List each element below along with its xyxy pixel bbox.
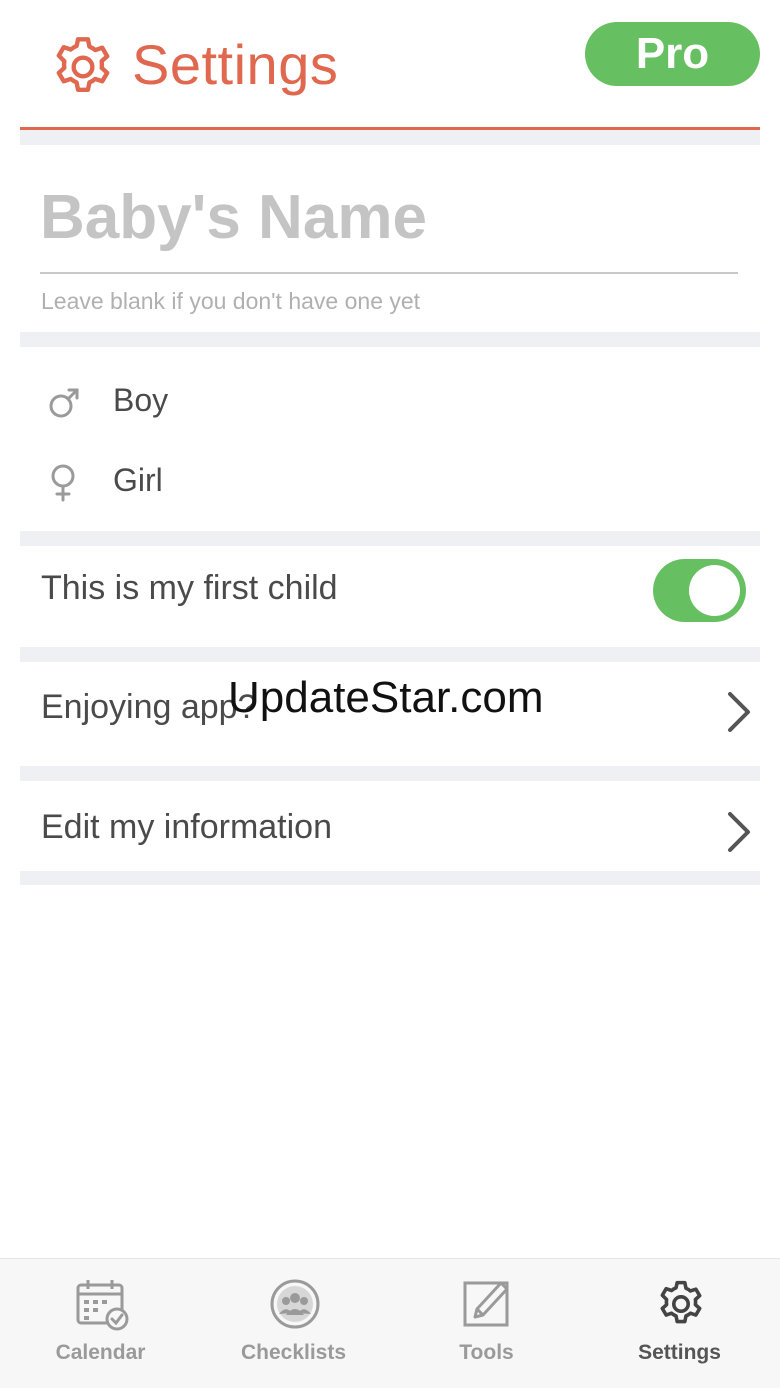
- tab-tools[interactable]: Tools: [389, 1259, 584, 1388]
- checklists-icon: [270, 1279, 320, 1329]
- pro-button[interactable]: Pro: [585, 22, 760, 86]
- watermark-text: UpdateStar.com: [228, 673, 544, 722]
- section-divider: [20, 647, 760, 662]
- gear-icon: [56, 37, 110, 92]
- tab-label-settings: Settings: [638, 1341, 721, 1364]
- section-divider: [20, 130, 760, 145]
- tab-label-calendar: Calendar: [55, 1341, 146, 1364]
- calendar-icon: [76, 1280, 129, 1331]
- section-divider: [20, 871, 760, 885]
- female-icon: [51, 464, 75, 502]
- header: Settings Pro: [0, 0, 780, 130]
- gender-option-boy[interactable]: Boy: [20, 364, 760, 438]
- male-icon: [49, 388, 79, 418]
- first-child-toggle[interactable]: [653, 559, 746, 622]
- page-title: Settings: [132, 33, 339, 96]
- gender-label-girl: Girl: [113, 462, 163, 498]
- tab-settings[interactable]: Settings: [582, 1259, 777, 1388]
- section-divider: [20, 332, 760, 347]
- tab-calendar[interactable]: Calendar: [3, 1259, 198, 1388]
- baby-name-input[interactable]: [40, 180, 738, 254]
- edit-info-label: Edit my information: [41, 808, 332, 846]
- gender-label-boy: Boy: [113, 382, 169, 418]
- tab-checklists[interactable]: Checklists: [196, 1259, 391, 1388]
- chevron-right-icon: [728, 692, 750, 732]
- tab-bar: Calendar Checklists Tools Settings: [0, 1258, 780, 1388]
- gear-icon: [660, 1280, 702, 1324]
- section-divider: [20, 766, 760, 781]
- tab-label-checklists: Checklists: [240, 1341, 347, 1364]
- section-divider: [20, 531, 760, 546]
- tab-label-tools: Tools: [459, 1341, 514, 1364]
- tools-icon: [463, 1281, 509, 1327]
- gender-option-girl[interactable]: Girl: [20, 444, 760, 518]
- enjoying-app-label: Enjoying app?: [41, 688, 257, 726]
- name-underline: [40, 272, 738, 274]
- chevron-right-icon: [728, 812, 750, 852]
- name-help-text: Leave blank if you don't have one yet: [41, 288, 421, 314]
- toggle-knob: [689, 565, 740, 616]
- first-child-label: This is my first child: [41, 569, 338, 607]
